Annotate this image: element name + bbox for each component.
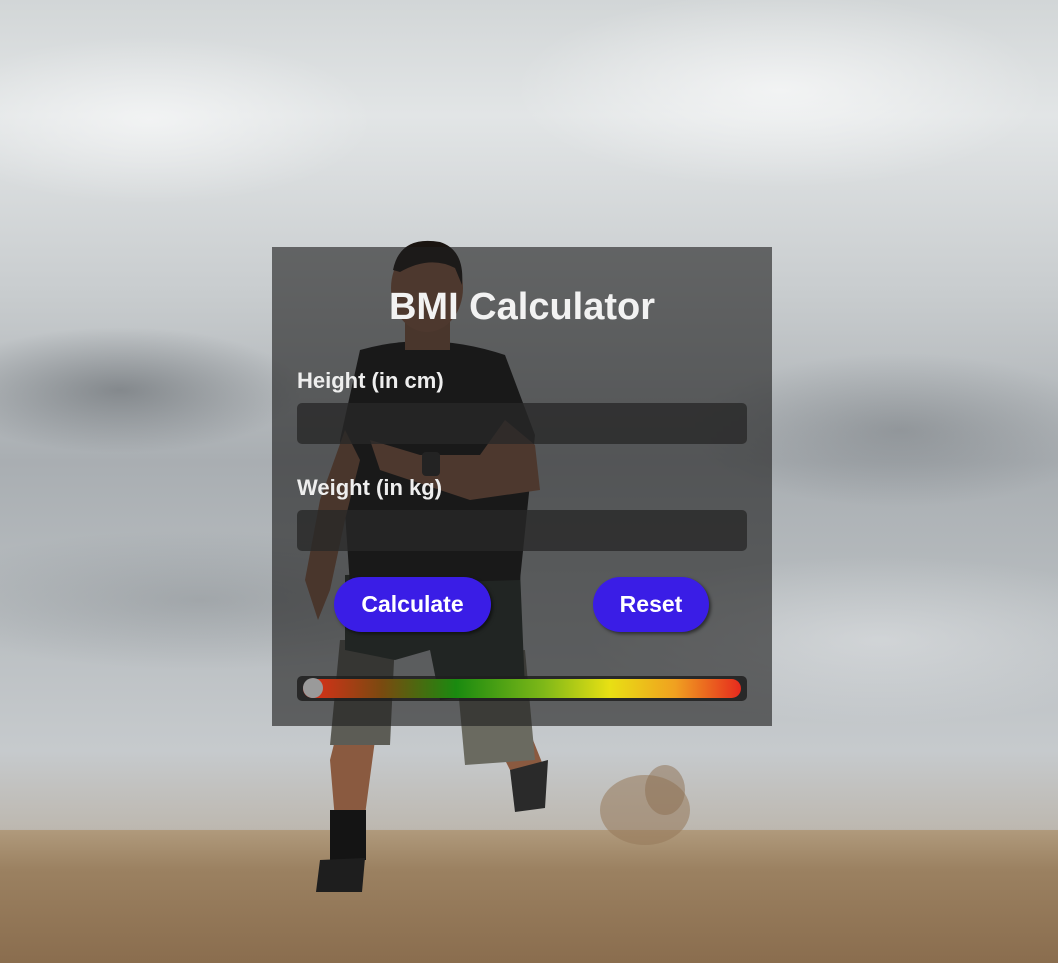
calculate-button[interactable]: Calculate: [334, 577, 491, 632]
height-input[interactable]: [297, 403, 747, 444]
page-title: BMI Calculator: [388, 286, 656, 328]
weight-label: Weight (in kg): [297, 475, 443, 500]
background-scene: BMI Calculator Height (in cm) Weight (in…: [0, 0, 1058, 963]
bmi-calculator-card: BMI Calculator Height (in cm) Weight (in…: [272, 247, 772, 726]
action-buttons: Calculate Reset: [297, 577, 747, 633]
weight-input[interactable]: [297, 510, 747, 551]
bmi-scale-slider[interactable]: [297, 676, 747, 701]
bmi-gradient-bar: [303, 679, 741, 698]
height-label: Height (in cm): [297, 368, 444, 393]
bmi-indicator-thumb[interactable]: [303, 678, 323, 698]
reset-button[interactable]: Reset: [593, 577, 709, 632]
